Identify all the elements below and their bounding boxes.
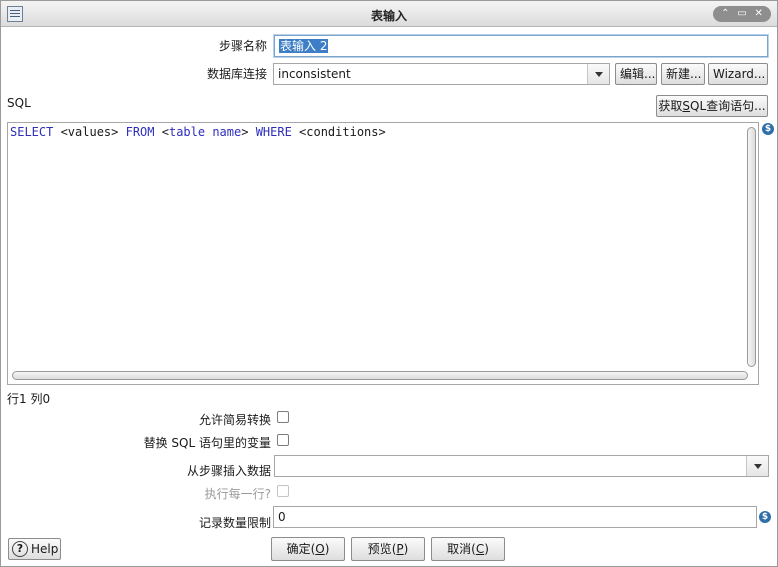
new-connection-button[interactable]: 新建... bbox=[661, 63, 705, 85]
sql-keyword-select: SELECT bbox=[10, 125, 54, 139]
help-icon: ? bbox=[12, 541, 28, 557]
cancel-button-label: 取消 bbox=[447, 542, 472, 556]
sql-keyword-from: FROM bbox=[125, 125, 155, 139]
restore-icon[interactable]: ▭ bbox=[735, 7, 749, 21]
sql-editor[interactable]: SELECT <values> FROM <table name> WHERE … bbox=[7, 122, 759, 385]
chevron-down-icon[interactable] bbox=[587, 64, 609, 84]
limit-input[interactable]: 0 bbox=[273, 506, 757, 528]
get-sql-button-label-pre: 获取 bbox=[658, 99, 683, 113]
ok-button-mnemonic: O bbox=[315, 542, 325, 556]
ok-button-label: 确定 bbox=[286, 542, 311, 556]
db-connection-label: 数据库连接 bbox=[206, 67, 267, 81]
table-input-dialog: 表输入 ⌃ ▭ ✕ 步骤名称 表输入 2 数据库连接 inconsistent … bbox=[0, 0, 778, 567]
execute-each-row-checkbox[interactable] bbox=[277, 485, 289, 497]
insert-from-step-label: 从步骤插入数据 bbox=[186, 464, 271, 478]
ok-button[interactable]: 确定(O) bbox=[271, 537, 345, 561]
get-sql-button[interactable]: 获取SQL查询语句... bbox=[656, 95, 768, 117]
preview-button-mnemonic: P bbox=[396, 542, 404, 556]
window-controls: ⌃ ▭ ✕ bbox=[713, 6, 771, 22]
limit-value: 0 bbox=[278, 510, 286, 524]
step-name-input[interactable]: 表输入 2 bbox=[274, 35, 768, 57]
get-sql-button-label-post: QL查询语句... bbox=[690, 99, 766, 113]
help-button-label: Help bbox=[31, 542, 59, 556]
sql-horizontal-scrollbar[interactable] bbox=[12, 371, 748, 380]
allow-lazy-conversion-label: 允许简易转换 bbox=[198, 413, 271, 427]
db-connection-value: inconsistent bbox=[278, 67, 351, 81]
sql-keyword-name: name bbox=[212, 125, 242, 139]
sql-vertical-scrollbar[interactable] bbox=[747, 127, 756, 367]
insert-from-step-select[interactable] bbox=[274, 455, 769, 477]
cancel-button[interactable]: 取消(C) bbox=[431, 537, 505, 561]
title-bar: 表输入 ⌃ ▭ ✕ bbox=[1, 1, 777, 27]
db-connection-select[interactable]: inconsistent bbox=[273, 63, 610, 85]
dialog-title: 表输入 bbox=[370, 9, 407, 23]
variable-icon: $ bbox=[762, 123, 774, 135]
sql-keyword-where: WHERE bbox=[255, 125, 292, 139]
preview-button[interactable]: 预览(P) bbox=[351, 537, 425, 561]
preview-button-label: 预览 bbox=[367, 542, 392, 556]
replace-variables-checkbox[interactable] bbox=[277, 434, 289, 446]
cancel-button-mnemonic: C bbox=[475, 542, 485, 556]
chevron-down-icon[interactable] bbox=[746, 456, 768, 476]
help-button[interactable]: ? Help bbox=[8, 538, 61, 560]
maximize-icon[interactable]: ⌃ bbox=[718, 7, 732, 21]
sql-table-open: < bbox=[154, 125, 169, 139]
sql-label: SQL bbox=[7, 96, 31, 110]
replace-variables-label: 替换 SQL 语句里的变量 bbox=[143, 436, 271, 450]
step-name-label: 步骤名称 bbox=[218, 39, 267, 53]
edit-connection-button[interactable]: 编辑... bbox=[615, 63, 657, 85]
close-icon[interactable]: ✕ bbox=[752, 7, 766, 21]
allow-lazy-conversion-checkbox[interactable] bbox=[277, 411, 289, 423]
step-name-value: 表输入 2 bbox=[279, 39, 329, 53]
wizard-button[interactable]: Wizard... bbox=[708, 63, 768, 85]
execute-each-row-label: 执行每一行? bbox=[204, 487, 271, 501]
sql-keyword-table: table bbox=[168, 125, 206, 139]
limit-label: 记录数量限制 bbox=[198, 516, 271, 530]
sql-table-close: > bbox=[241, 125, 256, 139]
cursor-position: 行1 列0 bbox=[7, 392, 51, 406]
sql-code: SELECT <values> FROM <table name> WHERE … bbox=[10, 125, 386, 139]
variable-icon: $ bbox=[759, 511, 771, 523]
get-sql-button-mnemonic: S bbox=[682, 99, 691, 113]
sql-conditions-placeholder: <conditions> bbox=[291, 125, 386, 139]
sql-values-placeholder: <values> bbox=[53, 125, 126, 139]
